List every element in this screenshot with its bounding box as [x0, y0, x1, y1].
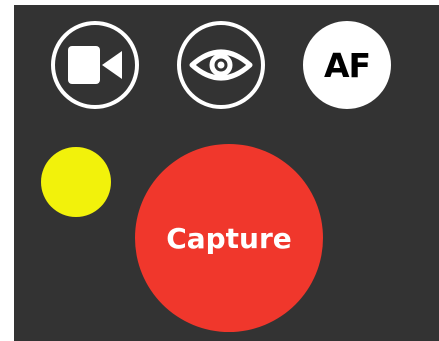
video-mode-button[interactable]: [51, 21, 139, 109]
autofocus-label: AF: [323, 45, 371, 85]
status-indicator-dot: [41, 147, 111, 217]
capture-button[interactable]: Capture: [135, 144, 323, 332]
video-camera-icon: [68, 46, 122, 84]
preview-toggle-button[interactable]: [177, 21, 265, 109]
eye-icon: [189, 49, 253, 81]
capture-label: Capture: [166, 221, 292, 255]
autofocus-button[interactable]: AF: [303, 21, 391, 109]
camera-control-panel: AF Capture: [14, 5, 439, 341]
